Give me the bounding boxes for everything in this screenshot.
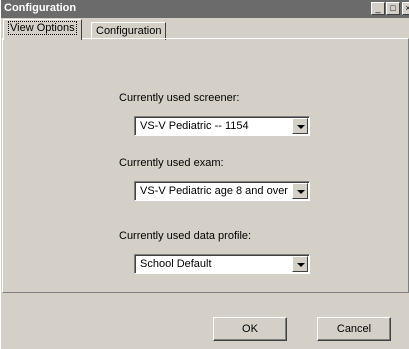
- chevron-down-icon[interactable]: [292, 183, 308, 199]
- tab-strip: View Options Configuration: [1, 18, 409, 40]
- profile-select[interactable]: School Default: [134, 254, 310, 274]
- window-title: Configuration: [4, 2, 77, 14]
- screener-select[interactable]: VS-V Pediatric -- 1154: [134, 116, 310, 136]
- screener-label: Currently used screener:: [119, 92, 240, 104]
- tab-view-options-label: View Options: [8, 21, 77, 35]
- maximize-icon[interactable]: □: [386, 2, 400, 15]
- configuration-window: Configuration _ □ × View Options Configu…: [0, 0, 409, 349]
- exam-label: Currently used exam:: [119, 157, 224, 169]
- exam-select[interactable]: VS-V Pediatric age 8 and over: [134, 181, 310, 201]
- tab-configuration-label: Configuration: [96, 25, 162, 37]
- minimize-icon[interactable]: _: [371, 2, 385, 15]
- ok-button[interactable]: OK: [213, 317, 287, 341]
- close-icon[interactable]: ×: [402, 2, 409, 15]
- cancel-button[interactable]: Cancel: [317, 317, 391, 341]
- profile-label: Currently used data profile:: [119, 230, 252, 242]
- chevron-down-icon[interactable]: [292, 256, 308, 272]
- screener-value: VS-V Pediatric -- 1154: [140, 120, 249, 132]
- view-options-panel: Currently used screener: VS-V Pediatric …: [2, 38, 409, 293]
- exam-value: VS-V Pediatric age 8 and over: [140, 185, 288, 197]
- title-bar[interactable]: Configuration _ □ ×: [1, 0, 409, 18]
- profile-value: School Default: [140, 258, 212, 270]
- tab-view-options[interactable]: View Options: [3, 19, 82, 40]
- chevron-down-icon[interactable]: [292, 118, 308, 134]
